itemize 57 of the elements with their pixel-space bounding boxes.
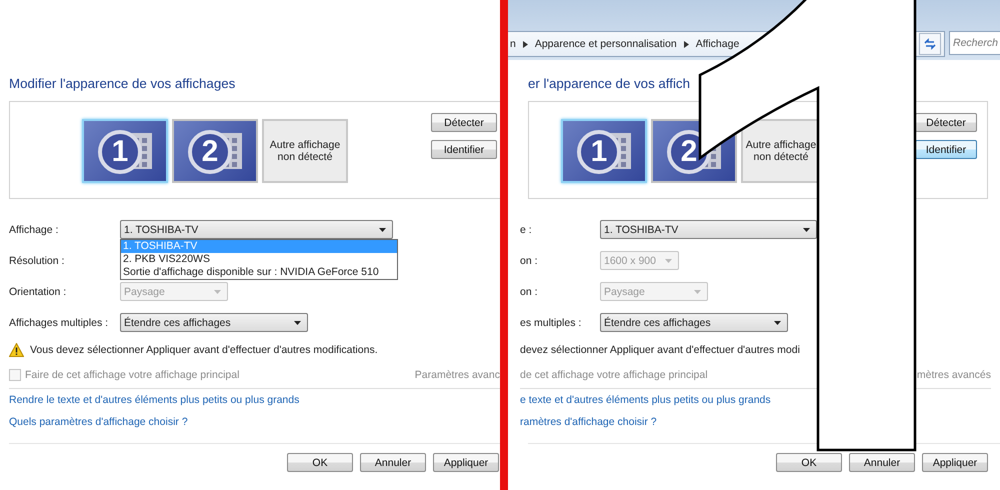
- caret-icon: [694, 290, 701, 294]
- side-button[interactable]: Identifier: [915, 140, 977, 159]
- caret-icon: [294, 320, 301, 324]
- monitor-number: 1: [577, 130, 621, 174]
- dropdown[interactable]: Étendre ces affichages: [120, 313, 308, 332]
- side-button[interactable]: Détecter: [431, 113, 497, 132]
- dialog-button[interactable]: Annuler: [360, 453, 426, 472]
- warning-text: devez sélectionner Appliquer avant d'effectuer d'autres modi: [520, 344, 800, 356]
- page-title: Modifier l'apparence de vos affichages: [9, 76, 236, 91]
- page-title: er l'apparence de vos affich: [528, 76, 691, 91]
- dropdown[interactable]: Étendre ces affichages: [600, 313, 788, 332]
- side-button[interactable]: Identifier: [431, 140, 497, 159]
- link[interactable]: ramètres d'affichage choisir ?: [520, 416, 657, 428]
- caret-icon: [214, 290, 221, 294]
- search-field[interactable]: Recherch: [949, 31, 1000, 55]
- caret-icon: [379, 228, 386, 232]
- field-label: on :: [520, 254, 539, 266]
- dropdown-option[interactable]: Sortie d'affichage disponible sur : NVIDIA GeForce 510: [121, 266, 397, 279]
- caret-icon: [803, 228, 810, 232]
- field-label: Orientation :: [9, 286, 68, 298]
- refresh-button[interactable]: [919, 33, 941, 55]
- refresh-icon: [923, 38, 937, 50]
- link[interactable]: Rendre le texte et d'autres éléments plus petits ou plus grands: [9, 394, 300, 406]
- checkbox-label: Faire de cet affichage votre affichage principal: [25, 369, 240, 381]
- field-label: Affichage :: [9, 224, 60, 236]
- chevron-icon: [522, 40, 528, 48]
- checkbox-label: de cet affichage votre affichage principal: [520, 369, 708, 381]
- link[interactable]: Quels paramètres d'affichage choisir ?: [9, 416, 188, 428]
- dialog-button[interactable]: OK: [776, 453, 842, 472]
- caret-icon: [774, 320, 781, 324]
- dropdown[interactable]: 1. TOSHIBA-TV: [600, 220, 817, 239]
- breadcrumb-item[interactable]: Affichage: [696, 38, 740, 50]
- dialog-button[interactable]: Appliquer: [922, 453, 988, 472]
- dropdown[interactable]: 1. TOSHIBA-TV: [120, 220, 393, 239]
- dropdown-option[interactable]: 2. PKB VIS220WS: [121, 253, 397, 266]
- monitor-number: 2: [188, 130, 232, 174]
- field-label: Affichages multiples :: [9, 316, 110, 328]
- field-label: on :: [520, 286, 539, 298]
- monitor-tile[interactable]: Autre affichage non détecté: [262, 119, 348, 183]
- caret-icon: [665, 258, 672, 262]
- monitor-tile[interactable]: 1: [82, 119, 168, 183]
- breadcrumb-item[interactable]: n: [510, 38, 516, 50]
- field-label: e :: [520, 224, 533, 236]
- monitor-tile[interactable]: 1: [561, 119, 647, 183]
- monitor-tile[interactable]: 2: [172, 119, 258, 183]
- field-label: es multiples :: [520, 316, 582, 328]
- monitor-number: 1: [98, 130, 142, 174]
- chevron-icon: [684, 40, 689, 48]
- dialog-button[interactable]: Annuler: [849, 453, 915, 472]
- monitor-tile[interactable]: Autre affichage non détecté: [741, 119, 819, 183]
- side-button[interactable]: Détecter: [915, 113, 977, 132]
- dialog-button[interactable]: Appliquer: [433, 453, 499, 472]
- warning-text: Vous devez sélectionner Appliquer avant d'effectuer d'autres modifications.: [30, 344, 378, 356]
- dialog-button[interactable]: OK: [287, 453, 353, 472]
- field-label: Résolution :: [9, 254, 66, 266]
- breadcrumb-item[interactable]: Apparence et personnalisation: [534, 38, 677, 50]
- link[interactable]: e texte et d'autres éléments plus petits ou plus grands: [520, 394, 771, 406]
